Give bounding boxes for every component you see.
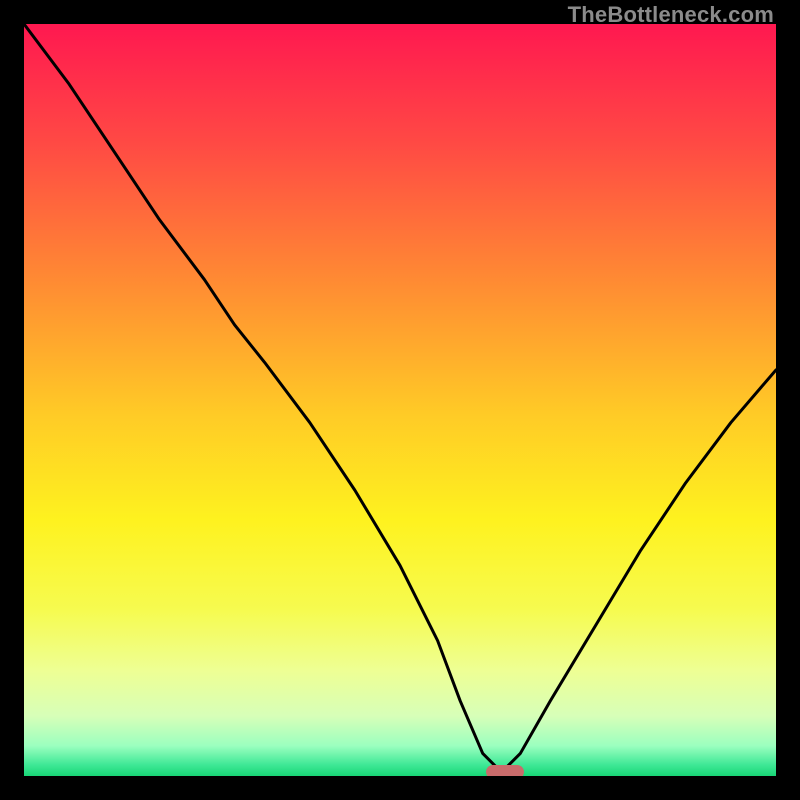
- plot-area: [24, 24, 776, 776]
- bottleneck-curve: [24, 24, 776, 776]
- watermark-text: TheBottleneck.com: [568, 2, 774, 28]
- minimum-marker: [486, 765, 524, 776]
- chart-frame: TheBottleneck.com: [0, 0, 800, 800]
